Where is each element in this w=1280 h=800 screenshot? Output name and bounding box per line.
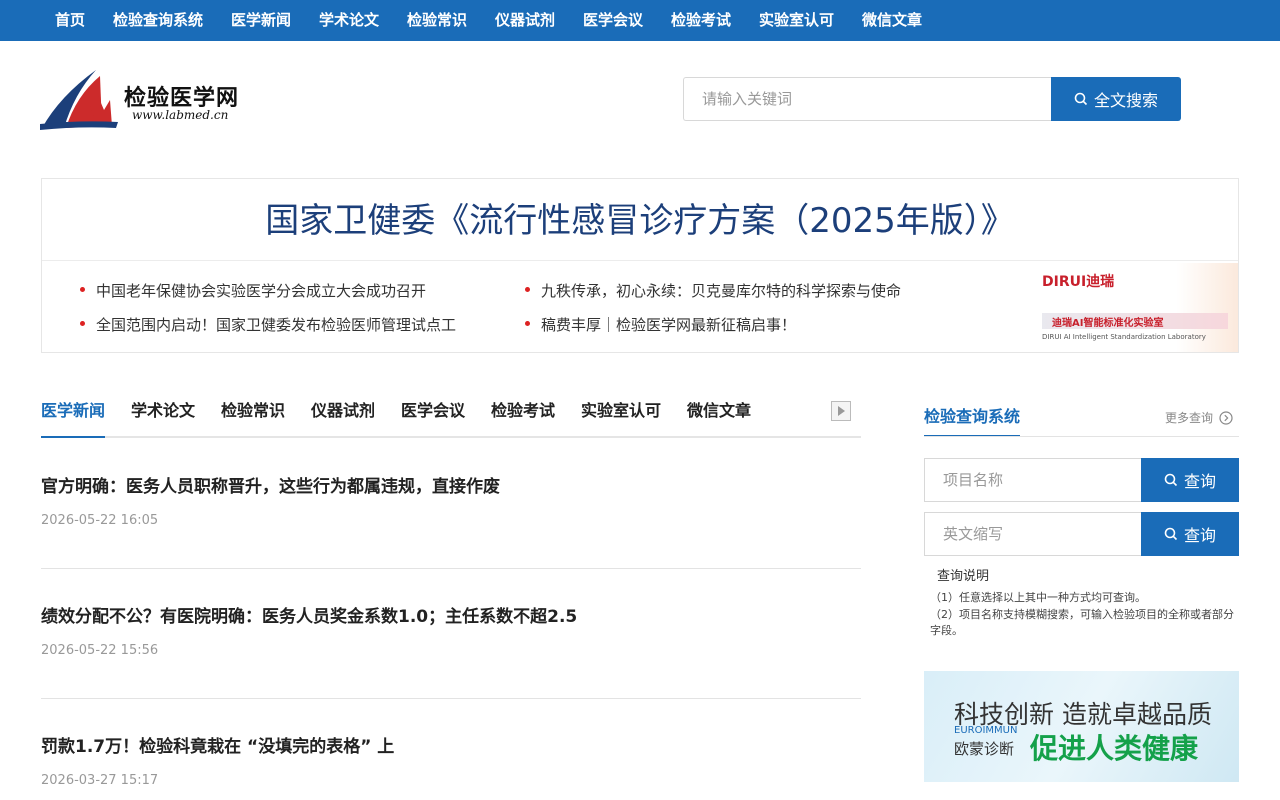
- logo-url: www.labmed.cn: [132, 108, 229, 122]
- fulltext-search-button[interactable]: 全文搜索: [1051, 77, 1181, 121]
- bullet-dot: [80, 321, 85, 326]
- ad-brand-cn: 欧蒙诊断: [954, 740, 1015, 758]
- tab-lab-accreditation[interactable]: 实验室认可: [581, 390, 661, 438]
- query-button-label: 查询: [1183, 472, 1216, 491]
- query-system-title[interactable]: 检验查询系统: [924, 397, 1021, 437]
- nav-exams[interactable]: 检验考试: [671, 0, 731, 41]
- nav-conferences[interactable]: 医学会议: [583, 0, 643, 41]
- nav-home[interactable]: 首页: [55, 0, 85, 41]
- dirui-brand: DIRUI迪瑞: [1042, 274, 1115, 290]
- nav-query-system[interactable]: 检验查询系统: [113, 0, 203, 41]
- query-help-line: （1）任意选择以上其中一种方式均可查询。: [930, 591, 1146, 604]
- article-date: 2026-05-22 16:05: [41, 513, 159, 528]
- more-queries-label: 更多查询: [1165, 411, 1214, 425]
- tab-knowledge[interactable]: 检验常识: [221, 390, 285, 438]
- chevron-right-circle-icon: [1219, 410, 1233, 425]
- news-link[interactable]: 稿费丰厚｜检验医学网最新征稿启事！: [541, 316, 796, 334]
- tab-wechat[interactable]: 微信文章: [687, 390, 751, 438]
- query-abbr-button[interactable]: 查询: [1141, 512, 1239, 556]
- nav-instruments[interactable]: 仪器试剂: [495, 0, 555, 41]
- tab-papers[interactable]: 学术论文: [131, 390, 195, 438]
- nav-lab-accreditation[interactable]: 实验室认可: [759, 0, 834, 41]
- article-date: 2026-03-27 15:17: [41, 773, 159, 788]
- euroimmun-ad[interactable]: 科技创新 造就卓越品质 EUROIMMUN 欧蒙诊断 促进人类健康: [924, 671, 1239, 782]
- article-item[interactable]: 绩效分配不公？有医院明确：医务人员奖金系数1.0；主任系数不超2.5 2026-…: [41, 602, 861, 658]
- item-name-input[interactable]: [924, 458, 1142, 502]
- abbreviation-input[interactable]: [924, 512, 1142, 556]
- tab-exams[interactable]: 检验考试: [491, 390, 555, 438]
- divider: [41, 568, 861, 569]
- banner-news-item[interactable]: 稿费丰厚｜检验医学网最新征稿启事！: [525, 314, 796, 335]
- query-help-title: 查询说明: [937, 569, 990, 584]
- bullet-dot: [525, 321, 530, 326]
- search-button-label: 全文搜索: [1093, 91, 1158, 110]
- nav-papers[interactable]: 学术论文: [319, 0, 379, 41]
- banner-news-item[interactable]: 九秩传承，初心永续：贝克曼库尔特的科学探索与使命: [525, 280, 901, 301]
- ad-brand: EUROIMMUN: [954, 725, 1018, 736]
- dirui-tag: 迪瑞AI智能标准化实验室: [1052, 318, 1164, 329]
- divider: [924, 436, 1239, 437]
- article-title[interactable]: 罚款1.7万！检验科竟栽在 “没填完的表格” 上: [41, 732, 861, 757]
- tab-conferences[interactable]: 医学会议: [401, 390, 465, 438]
- query-help-line: （2）项目名称支持模糊搜索，可输入检验项目的全称或者部分字段。: [930, 608, 1234, 637]
- nav-wechat-articles[interactable]: 微信文章: [862, 0, 922, 41]
- search-icon: [1164, 473, 1178, 487]
- search-icon: [1074, 92, 1088, 106]
- site-logo[interactable]: 检验医学网 www.labmed.cn: [40, 66, 250, 132]
- nav-knowledge[interactable]: 检验常识: [407, 0, 467, 41]
- headline-link[interactable]: 国家卫健委《流行性感冒诊疗方案（2025年版）》: [42, 179, 1238, 261]
- query-button-label: 查询: [1183, 526, 1216, 545]
- search-input[interactable]: [683, 77, 1051, 121]
- more-queries-link[interactable]: 更多查询: [1165, 409, 1233, 426]
- bullet-dot: [525, 287, 530, 292]
- dirui-ad[interactable]: DIRUI迪瑞 迪瑞AI智能标准化实验室 DIRUI AI Intelligen…: [1032, 263, 1238, 352]
- nav-medical-news[interactable]: 医学新闻: [231, 0, 291, 41]
- headline-banner: 国家卫健委《流行性感冒诊疗方案（2025年版）》 中国老年保健协会实验医学分会成…: [41, 178, 1239, 353]
- news-link[interactable]: 全国范围内启动！国家卫健委发布检验医师管理试点工: [96, 316, 456, 334]
- divider: [41, 698, 861, 699]
- tab-instruments[interactable]: 仪器试剂: [311, 390, 375, 438]
- news-link[interactable]: 中国老年保健协会实验医学分会成立大会成功召开: [96, 282, 426, 300]
- article-item[interactable]: 罚款1.7万！检验科竟栽在 “没填完的表格” 上 2026-03-27 15:1…: [41, 732, 861, 788]
- query-name-button[interactable]: 查询: [1141, 458, 1239, 502]
- tabs-next-button[interactable]: [831, 401, 851, 421]
- banner-news-item[interactable]: 中国老年保健协会实验医学分会成立大会成功召开: [80, 280, 426, 301]
- bullet-dot: [80, 287, 85, 292]
- news-tabs: 医学新闻 学术论文 检验常识 仪器试剂 医学会议 检验考试 实验室认可 微信文章: [41, 390, 861, 438]
- news-link[interactable]: 九秩传承，初心永续：贝克曼库尔特的科学探索与使命: [541, 282, 901, 300]
- ad-slogan-2: 促进人类健康: [1030, 732, 1199, 765]
- play-arrow-icon: [838, 406, 845, 416]
- top-nav-bar: 首页 检验查询系统 医学新闻 学术论文 检验常识 仪器试剂 医学会议 检验考试 …: [0, 0, 1280, 41]
- banner-news-item[interactable]: 全国范围内启动！国家卫健委发布检验医师管理试点工: [80, 314, 456, 335]
- search-icon: [1164, 527, 1178, 541]
- article-date: 2026-05-22 15:56: [41, 643, 159, 658]
- logo-sail-icon: [40, 70, 118, 130]
- dirui-sub: DIRUI AI Intelligent Standardization Lab…: [1042, 333, 1206, 341]
- article-item[interactable]: 官方明确：医务人员职称晋升，这些行为都属违规，直接作废 2026-05-22 1…: [41, 472, 861, 528]
- tab-medical-news[interactable]: 医学新闻: [41, 390, 106, 438]
- article-title[interactable]: 绩效分配不公？有医院明确：医务人员奖金系数1.0；主任系数不超2.5: [41, 602, 861, 627]
- article-title[interactable]: 官方明确：医务人员职称晋升，这些行为都属违规，直接作废: [41, 472, 861, 497]
